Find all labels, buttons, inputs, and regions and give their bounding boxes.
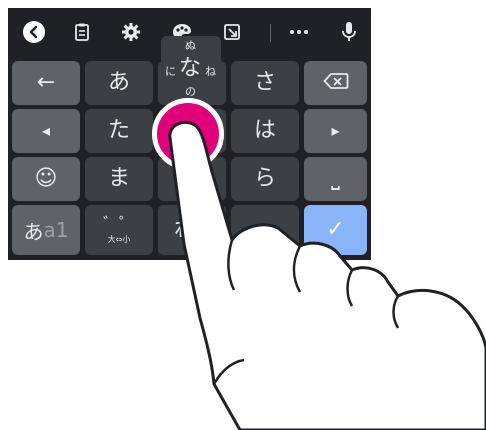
pointing-hand-icon [168, 121, 486, 430]
